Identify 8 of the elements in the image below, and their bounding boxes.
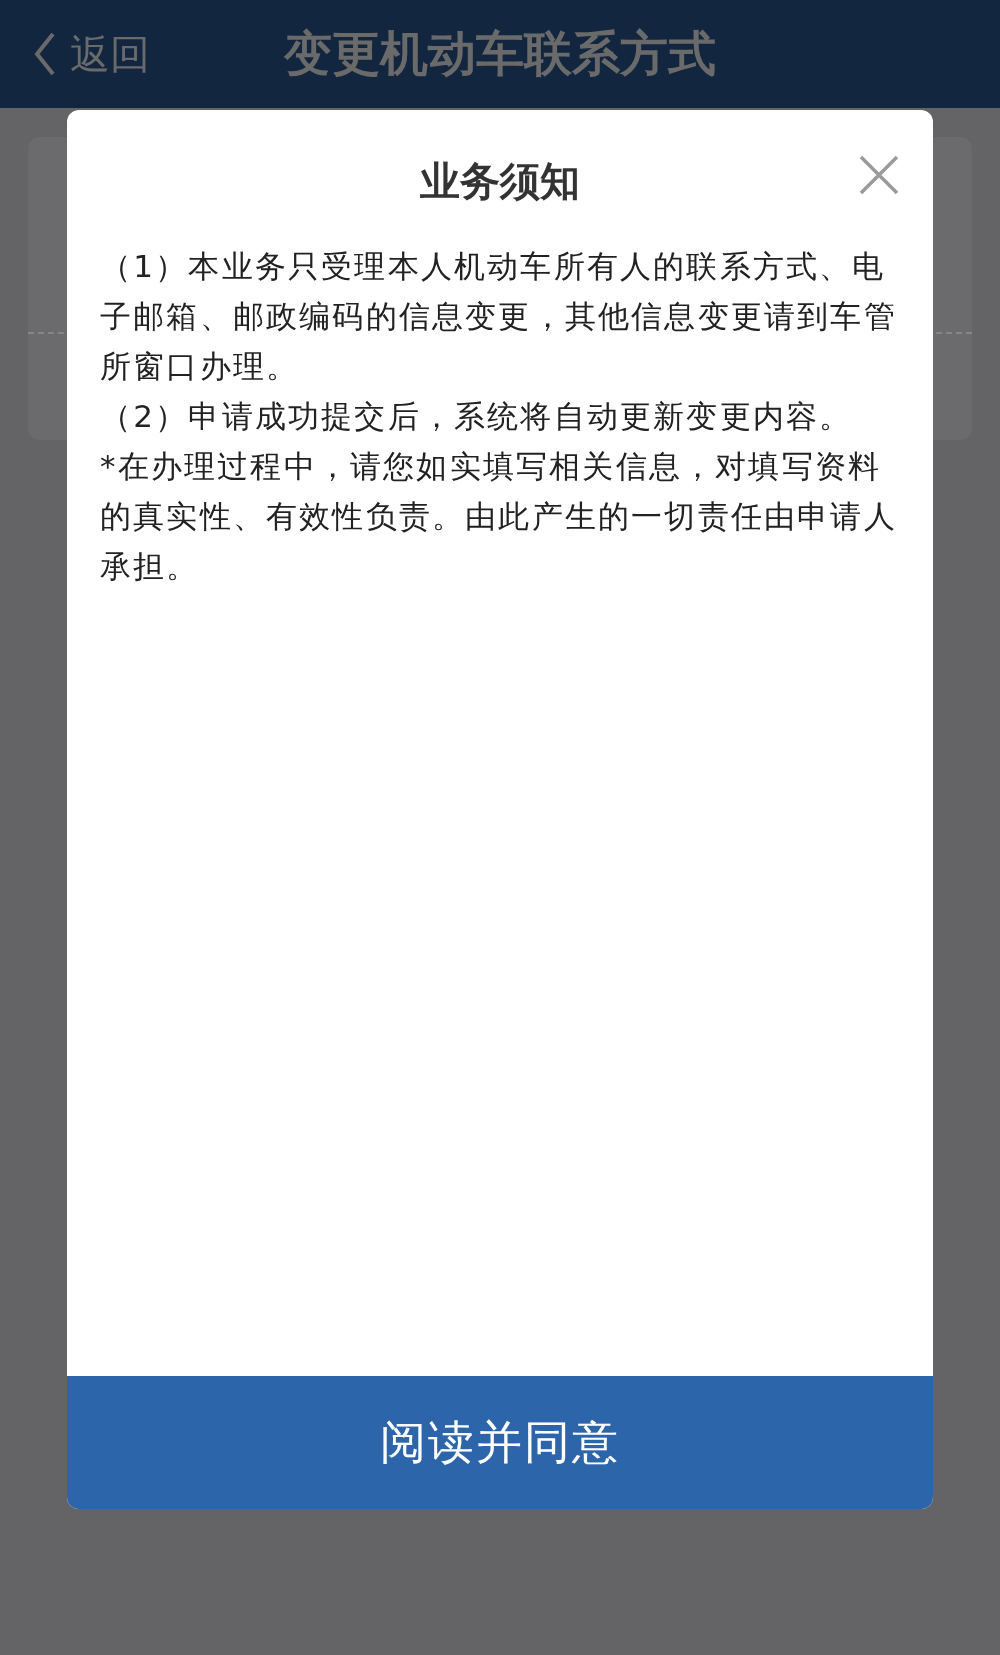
notice-paragraph: （1）本业务只受理本人机动车所有人的联系方式、电子邮箱、邮政编码的信息变更，其他信息变更请到车管所窗口办理。 xyxy=(100,247,898,386)
dialog-title: 业务须知 xyxy=(420,157,580,206)
notice-paragraph: *在办理过程中，请您如实填写相关信息，对填写资料的真实性、有效性负责。由此产生的一切责任由申请人承担。 xyxy=(100,447,898,586)
agree-button[interactable]: 阅读并同意 xyxy=(67,1376,933,1509)
page-title: 变更机动车联系方式 xyxy=(284,24,716,83)
notice-paragraph: （2）申请成功提交后，系统将自动更新变更内容。 xyxy=(100,397,854,436)
close-icon[interactable] xyxy=(859,155,899,195)
back-icon xyxy=(34,32,56,76)
